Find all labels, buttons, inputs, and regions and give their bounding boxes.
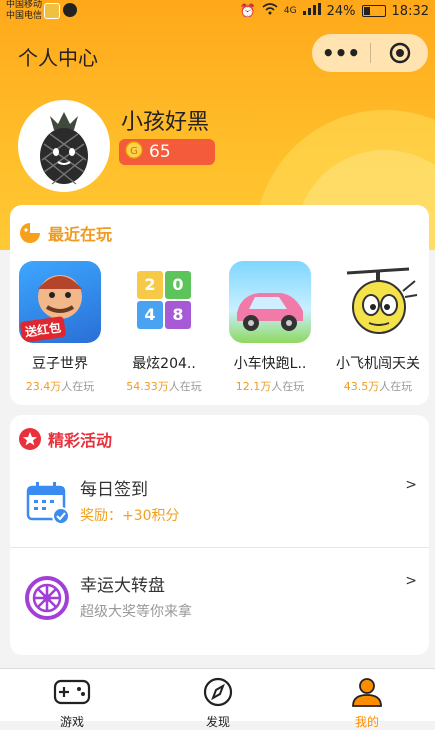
tab-label: 发现 [205,715,230,729]
star-icon [19,428,41,450]
compass-icon [203,677,233,707]
calendar-check-icon [24,479,70,525]
avatar[interactable] [18,100,110,192]
wheel-icon [24,575,70,621]
status-app-icons [44,3,77,19]
game-name: 最炫204.. [132,356,196,372]
tile-8: 8 [172,305,184,324]
game-icon-car [229,261,311,343]
tab-games[interactable]: 游戏 [32,677,112,730]
recent-games-card: 最近在玩 送红包 豆子世界 23.4万人在玩 2 0 4 8 最炫204.. 5… [10,205,429,405]
page-title: 个人中心 [18,46,98,70]
players-suffix: 人在玩 [168,380,202,393]
network-type: 4G [283,6,297,16]
divider [10,547,429,548]
game-players: 54.33万人在玩 [114,378,214,394]
coin-count: 65 [149,142,171,162]
players-suffix: 人在玩 [379,380,413,393]
tab-label: 游戏 [59,715,84,729]
battery-icon [361,5,386,17]
pineapple-avatar-icon [40,112,88,185]
game-face-icon [20,223,40,243]
coin-icon: G [125,141,143,163]
events-header: 精彩活动 [18,427,112,451]
players-count: 43.5万 [343,380,380,393]
game-icon-plane [337,261,419,343]
game-name: 豆子世界 [32,356,88,372]
more-icon[interactable]: ••• [312,34,370,72]
carrier-1: 中国移动 [6,0,43,10]
game-item[interactable]: 小飞机闯天关 43.5万人在玩 [328,261,428,394]
signal-icon [302,3,321,19]
game-name: 小车快跑L.. [233,356,307,372]
battery-percent: 24% [326,3,356,19]
event-lucky-wheel[interactable]: 幸运大转盘 超级大奖等你来拿 > [10,555,429,645]
event-daily-checkin[interactable]: 每日签到 奖励：+30积分 > [10,459,429,549]
svg-text:G: G [130,146,138,157]
chevron-right-icon: > [405,477,417,493]
players-count: 54.33万 [126,380,169,393]
tab-bar: 游戏 发现 我的 [0,668,435,729]
players-suffix: 人在玩 [271,380,305,393]
tile-4: 4 [144,305,156,324]
miniprogram-capsule: ••• [312,34,428,72]
tab-label: 我的 [354,715,379,729]
carrier-2: 中国电信 [6,11,43,21]
event-reward: 奖励：+30积分 [80,508,180,524]
event-title: 每日签到 [80,480,148,500]
game-icon-2048: 2 0 4 8 [123,261,205,343]
tab-discover[interactable]: 发现 [178,677,258,730]
game-players: 12.1万人在玩 [220,378,320,394]
chevron-right-icon: > [405,573,417,589]
players-suffix: 人在玩 [61,380,95,393]
coin-balance[interactable]: G 65 [119,139,215,165]
recent-header: 最近在玩 [18,221,112,245]
game-item[interactable]: 送红包 豆子世界 23.4万人在玩 [10,261,110,394]
username: 小孩好黑 [121,110,210,135]
game-players: 23.4万人在玩 [10,378,110,394]
tab-mine[interactable]: 我的 [327,677,407,730]
wifi-icon [262,3,278,19]
user-icon [352,678,382,707]
game-icon-douzi: 送红包 [19,261,101,343]
clock: 18:32 [391,3,429,19]
events-title: 精彩活动 [48,431,113,450]
app-notification-icon [44,3,60,19]
tile-2: 2 [144,275,156,294]
players-count: 12.1万 [235,380,272,393]
events-card: 精彩活动 每日签到 奖励：+30积分 > 幸运大转盘 超级大奖等你来拿 > [10,415,429,655]
game-name: 小飞机闯天关 [336,356,420,372]
status-right: ⏰ 4G 24% 18:32 [240,3,429,19]
carrier-info: 中国移动 中国电信 [6,0,42,22]
game-item[interactable]: 小车快跑L.. 12.1万人在玩 [220,261,320,394]
players-count: 23.4万 [25,380,62,393]
recent-title: 最近在玩 [48,225,113,244]
tile-0: 0 [172,275,184,294]
game-players: 43.5万人在玩 [328,378,428,394]
target-icon[interactable] [371,42,428,64]
status-bar: 中国移动 中国电信 ⏰ 4G 24% 18:32 [0,0,435,22]
compass-notification-icon [63,3,77,17]
gamepad-icon [53,679,91,705]
event-subtitle: 超级大奖等你来拿 [80,604,192,620]
event-title: 幸运大转盘 [80,576,165,596]
alarm-icon: ⏰ [239,3,256,19]
game-item[interactable]: 2 0 4 8 最炫204.. 54.33万人在玩 [114,261,214,394]
